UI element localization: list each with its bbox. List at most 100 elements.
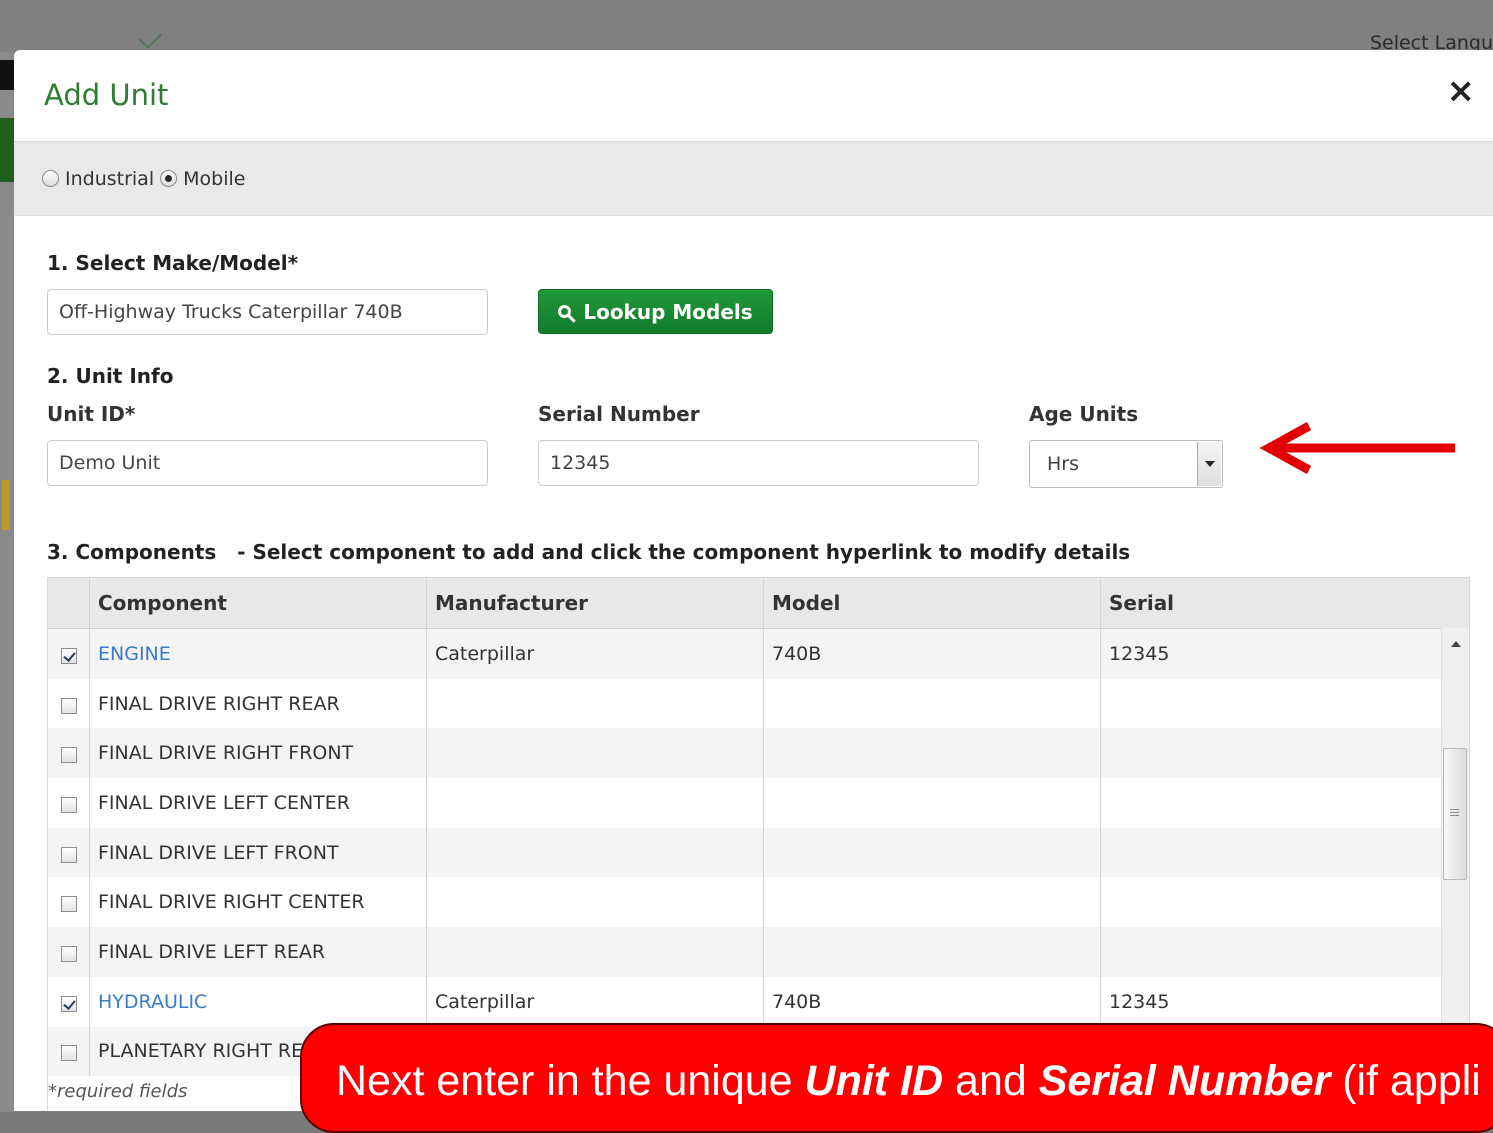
component-name[interactable]: ENGINE <box>90 629 427 679</box>
component-name[interactable]: HYDRAULIC <box>90 976 427 1027</box>
row-select-cell <box>48 728 90 779</box>
component-checkbox[interactable] <box>60 747 77 764</box>
component-checkbox[interactable] <box>60 647 77 664</box>
table-row[interactable]: FINAL DRIVE LEFT FRONT <box>48 827 1469 878</box>
age-units-label: Age Units <box>1029 402 1139 426</box>
background-sidebar <box>0 52 14 1112</box>
close-icon[interactable]: × <box>1447 74 1476 108</box>
component-name: FINAL DRIVE RIGHT CENTER <box>90 877 427 928</box>
modal-title: Add Unit <box>44 78 169 112</box>
lookup-models-label: Lookup Models <box>583 299 753 324</box>
add-unit-modal: Add Unit × Industrial Mobile 1. Select M… <box>14 50 1493 1111</box>
callout-prefix: Next enter in the unique <box>336 1057 805 1105</box>
table-row[interactable]: HYDRAULIC Caterpillar 740B 12345 <box>48 976 1469 1027</box>
component-manufacturer <box>427 927 764 977</box>
radio-mobile-label[interactable]: Mobile <box>183 168 245 190</box>
component-checkbox[interactable] <box>60 945 77 962</box>
background-badge <box>2 480 10 530</box>
component-checkbox[interactable] <box>60 995 77 1012</box>
callout-and: and <box>943 1057 1039 1105</box>
background-nav <box>0 118 14 182</box>
row-select-cell <box>48 877 90 928</box>
background-page <box>0 0 1493 52</box>
modal-header: Add Unit × <box>14 50 1493 142</box>
radio-industrial-label[interactable]: Industrial <box>65 168 154 190</box>
component-serial <box>1101 778 1442 828</box>
radio-industrial[interactable] <box>42 170 59 187</box>
serial-number-input[interactable]: 12345 <box>538 440 979 486</box>
table-row[interactable]: FINAL DRIVE LEFT CENTER <box>48 778 1469 828</box>
row-select-cell <box>48 827 90 878</box>
row-select-cell <box>48 976 90 1027</box>
component-model <box>764 877 1101 928</box>
table-row[interactable]: FINAL DRIVE RIGHT CENTER <box>48 877 1469 928</box>
component-manufacturer: Caterpillar <box>427 976 764 1027</box>
component-model: 740B <box>764 629 1101 679</box>
component-checkbox[interactable] <box>60 697 77 714</box>
table-header: Component Manufacturer Model Serial <box>48 578 1469 629</box>
table-row[interactable]: FINAL DRIVE RIGHT REAR <box>48 678 1469 729</box>
table-row[interactable]: ENGINE Caterpillar 740B 12345 <box>48 629 1469 679</box>
make-model-input[interactable]: Off-Highway Trucks Caterpillar 740B <box>47 289 488 335</box>
component-model <box>764 927 1101 977</box>
serial-number-label: Serial Number <box>538 402 700 426</box>
component-serial <box>1101 877 1442 927</box>
unit-id-input[interactable]: Demo Unit <box>47 440 488 486</box>
component-name: FINAL DRIVE LEFT REAR <box>90 927 427 977</box>
components-title: 3. Components <box>47 540 217 564</box>
component-manufacturer <box>427 778 764 828</box>
tutorial-callout: Next enter in the unique Unit ID and Ser… <box>300 1023 1493 1133</box>
row-select-cell <box>48 778 90 828</box>
component-manufacturer <box>427 877 764 928</box>
components-section-label: 3. Components - Select component to add … <box>47 540 1130 564</box>
scroll-up-icon[interactable] <box>1451 641 1461 647</box>
row-select-cell <box>48 1026 90 1077</box>
component-serial: 12345 <box>1109 642 1170 665</box>
unit-id-label: Unit ID* <box>47 402 136 426</box>
row-select-cell <box>48 927 90 977</box>
component-checkbox[interactable] <box>60 896 77 913</box>
component-model <box>764 728 1101 779</box>
component-serial <box>1101 828 1442 878</box>
table-body: ENGINE Caterpillar 740B 12345 FINAL DRIVE RI… <box>48 629 1469 1077</box>
annotation-arrow-icon <box>1259 422 1455 474</box>
search-icon <box>558 305 572 318</box>
component-manufacturer <box>427 827 764 878</box>
grip-icon <box>1450 809 1459 810</box>
radio-mobile[interactable] <box>160 170 178 187</box>
table-row[interactable]: FINAL DRIVE LEFT REAR <box>48 927 1469 977</box>
age-units-value: Hrs <box>1047 453 1079 475</box>
component-name: FINAL DRIVE RIGHT FRONT <box>90 728 427 779</box>
header-serial[interactable]: Serial <box>1101 578 1442 628</box>
component-name: FINAL DRIVE LEFT CENTER <box>90 778 427 828</box>
lookup-models-button[interactable]: Lookup Models <box>538 289 773 334</box>
header-manufacturer[interactable]: Manufacturer <box>427 578 764 628</box>
component-checkbox[interactable] <box>60 846 77 863</box>
header-model[interactable]: Model <box>764 578 1101 628</box>
unit-type-selector: Industrial Mobile <box>14 142 1493 216</box>
row-select-cell <box>48 629 90 679</box>
component-name: FINAL DRIVE RIGHT REAR <box>90 678 427 729</box>
required-fields-note: *required fields <box>48 1081 188 1102</box>
component-model <box>764 778 1101 828</box>
header-select <box>48 578 90 628</box>
component-checkbox[interactable] <box>60 796 77 813</box>
component-manufacturer <box>427 728 764 779</box>
component-name: FINAL DRIVE LEFT FRONT <box>90 827 427 878</box>
age-units-select[interactable]: Hrs <box>1029 440 1223 488</box>
callout-suffix: (if appli <box>1330 1057 1481 1105</box>
scrollbar-thumb[interactable] <box>1443 748 1467 880</box>
component-serial <box>1101 728 1442 778</box>
unit-info-section-label: 2. Unit Info <box>47 364 174 388</box>
component-serial <box>1101 927 1442 977</box>
component-serial: 12345 <box>1109 990 1170 1013</box>
callout-serial: Serial Number <box>1038 1057 1331 1105</box>
background-logo <box>0 60 14 90</box>
header-component[interactable]: Component <box>90 578 427 628</box>
component-checkbox[interactable] <box>60 1045 77 1062</box>
table-row[interactable]: FINAL DRIVE RIGHT FRONT <box>48 728 1469 779</box>
component-model: 740B <box>764 976 1101 1027</box>
row-select-cell <box>48 678 90 729</box>
chevron-down-icon[interactable] <box>1197 442 1221 486</box>
make-model-section-label: 1. Select Make/Model* <box>47 251 299 275</box>
